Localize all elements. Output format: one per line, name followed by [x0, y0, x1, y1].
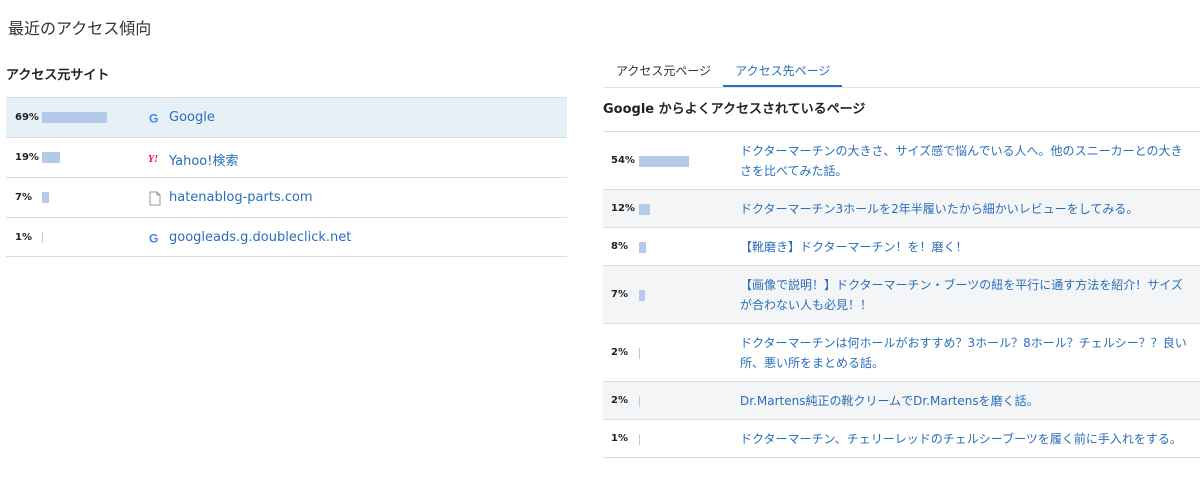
destination-percent: 54% — [611, 154, 635, 166]
destination-link[interactable]: ドクターマーチン3ホールを2年半履いたから細かいレビューをしてみる。 — [740, 190, 1150, 227]
destination-row[interactable]: 54% ドクターマーチンの大きさ、サイズ感で悩んでいる人へ。他のスニーカーとの大き… — [603, 131, 1200, 189]
destination-row[interactable]: 2% ドクターマーチンは何ホールがおすすめ？3ホール？8ホール？チェルシー？？良い… — [603, 323, 1200, 381]
destination-row[interactable]: 12% ドクターマーチン3ホールを2年半履いたから細かいレビューをしてみる。 — [603, 189, 1200, 227]
source-link[interactable]: hatenablog-parts.com — [169, 190, 313, 205]
destination-bar — [639, 289, 645, 301]
destination-link[interactable]: ドクターマーチンは何ホールがおすすめ？3ホール？8ホール？チェルシー？？良い所、… — [740, 324, 1200, 381]
tab-destination-pages[interactable]: アクセス先ページ — [723, 56, 843, 87]
destination-row[interactable]: 1% ドクターマーチン、チェリーレッドのチェルシーブーツを履く前に手入れをする。 — [603, 419, 1200, 458]
svg-text:G: G — [149, 112, 158, 124]
destination-percent: 7% — [611, 288, 628, 300]
destination-link[interactable]: 【画像で説明！】ドクターマーチン・ブーツの紐を平行に通す方法を紹介！サイズが合わ… — [740, 266, 1200, 323]
destination-link[interactable]: Dr.Martens純正の靴クリームでDr.Martensを磨く話。 — [740, 382, 1051, 419]
svg-text:G: G — [149, 232, 158, 244]
destination-row[interactable]: 2% Dr.Martens純正の靴クリームでDr.Martensを磨く話。 — [603, 381, 1200, 419]
source-row[interactable]: 1% G googleads.g.doubleclick.net — [6, 217, 567, 257]
destination-bar — [639, 347, 640, 359]
destination-percent: 1% — [611, 432, 628, 444]
source-row[interactable]: 69% G Google — [6, 97, 567, 137]
destination-link[interactable]: ドクターマーチン、チェリーレッドのチェルシーブーツを履く前に手入れをする。 — [740, 420, 1194, 457]
destination-bar — [639, 433, 640, 445]
access-sources-panel: アクセス元サイト 69% G Google 19% Y! Yahoo!検索 7%… — [6, 65, 567, 257]
destination-percent: 2% — [611, 346, 628, 358]
svg-text:Y!: Y! — [148, 154, 158, 163]
page-icon — [148, 190, 162, 206]
source-bar — [42, 152, 60, 163]
destination-percent: 2% — [611, 394, 628, 406]
destination-title: Google からよくアクセスされているページ — [603, 102, 866, 117]
source-row[interactable]: 7% hatenablog-parts.com — [6, 177, 567, 217]
yahoo-icon: Y! — [148, 150, 162, 166]
page-title: 最近のアクセス傾向 — [8, 19, 152, 38]
destination-link[interactable]: ドクターマーチンの大きさ、サイズ感で悩んでいる人へ。他のスニーカーとの大きさを比… — [740, 132, 1200, 189]
source-bar — [42, 232, 43, 243]
google-icon: G — [148, 110, 162, 126]
source-percent: 19% — [15, 152, 39, 163]
destination-bar — [639, 395, 640, 407]
source-link[interactable]: googleads.g.doubleclick.net — [169, 230, 351, 245]
source-percent: 1% — [15, 231, 32, 243]
destination-link[interactable]: 【靴磨き】ドクターマーチン！を！磨く！ — [740, 228, 980, 265]
tab-source-pages[interactable]: アクセス元ページ — [603, 56, 723, 87]
tab-bar: アクセス元ページ アクセス先ページ — [603, 56, 1200, 88]
source-row[interactable]: 19% Y! Yahoo!検索 — [6, 137, 567, 177]
destination-percent: 12% — [611, 202, 635, 214]
access-pages-panel: アクセス元ページ アクセス先ページ Google からよくアクセスされているペー… — [603, 56, 1200, 458]
source-bar — [42, 192, 49, 203]
source-bar — [42, 112, 107, 123]
destination-bar — [639, 203, 650, 215]
source-percent: 7% — [15, 192, 32, 203]
destination-bar — [639, 155, 689, 167]
destination-percent: 8% — [611, 240, 628, 252]
destination-bar — [639, 241, 646, 253]
google-icon: G — [148, 230, 162, 246]
source-percent: 69% — [15, 112, 39, 123]
source-link[interactable]: Google — [169, 110, 215, 125]
destination-row[interactable]: 7% 【画像で説明！】ドクターマーチン・ブーツの紐を平行に通す方法を紹介！サイズが… — [603, 265, 1200, 323]
source-link[interactable]: Yahoo!検索 — [169, 150, 238, 169]
access-sources-title: アクセス元サイト — [6, 68, 110, 83]
destination-row[interactable]: 8% 【靴磨き】ドクターマーチン！を！磨く！ — [603, 227, 1200, 265]
